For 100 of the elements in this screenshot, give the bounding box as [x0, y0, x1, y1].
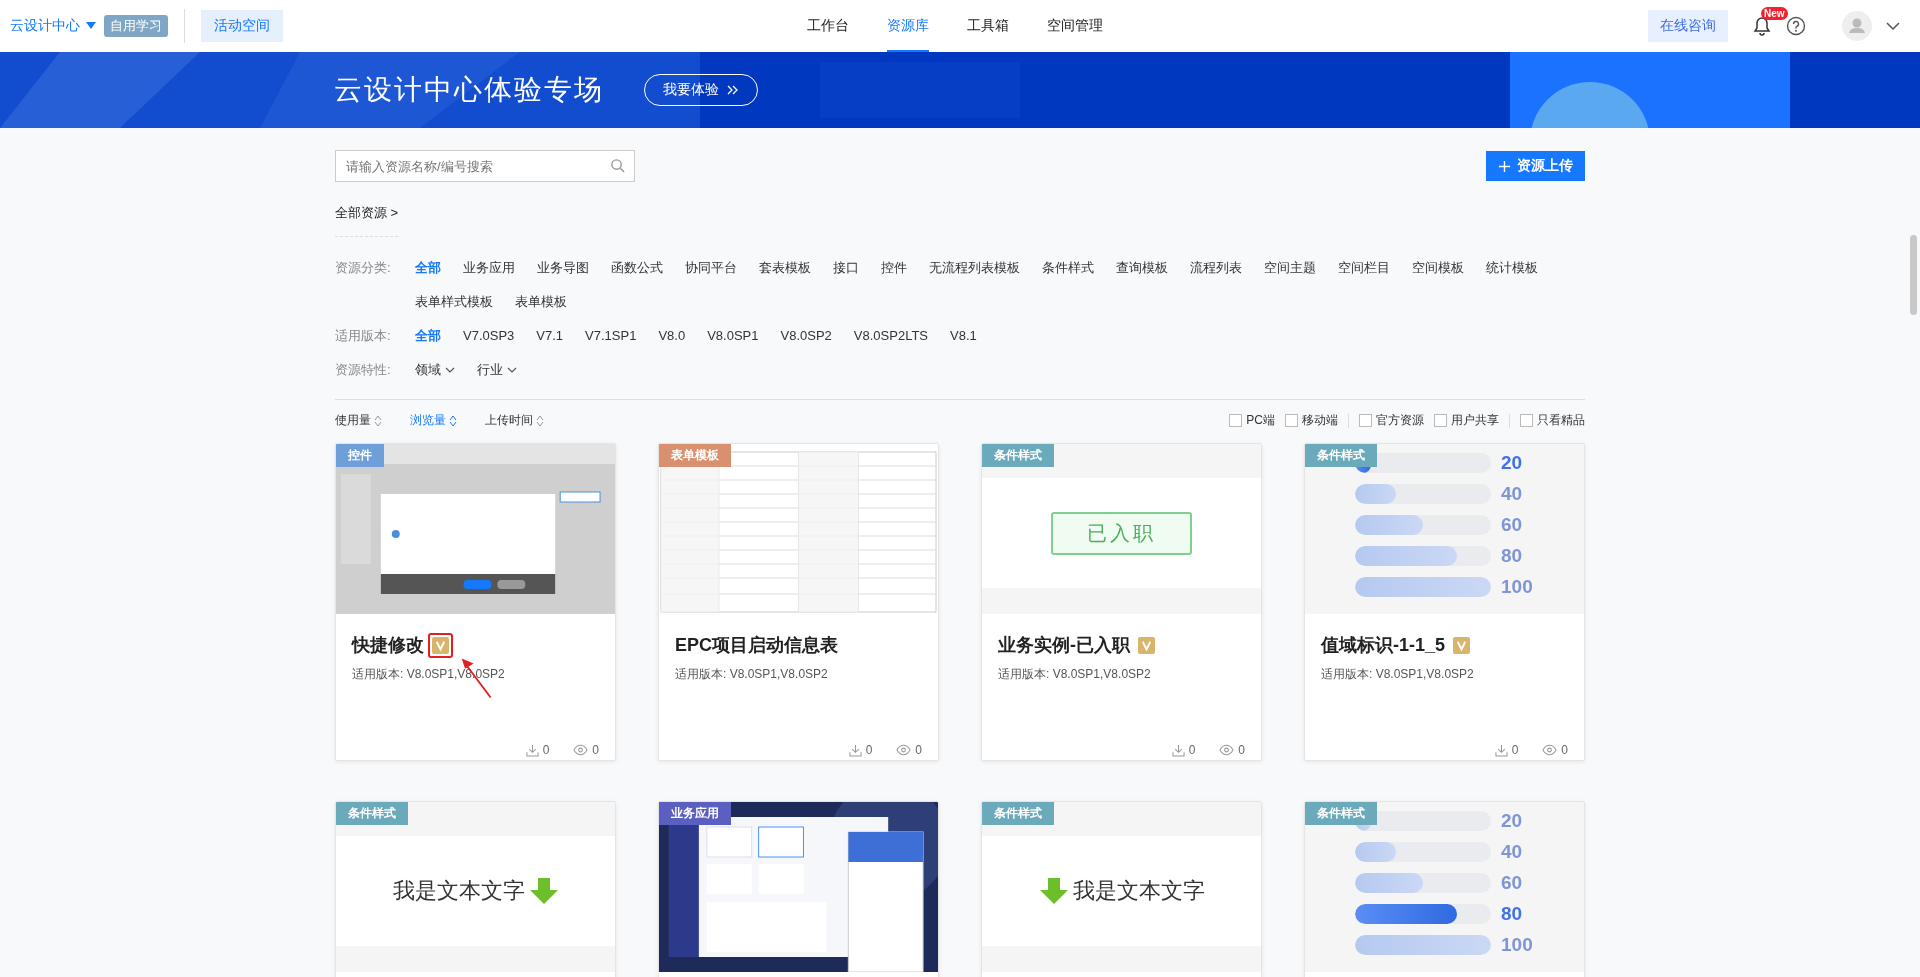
eye-icon [1219, 744, 1235, 756]
filter-label: 资源特性: [335, 361, 392, 379]
version-text: 适用版本: V8.0SP1,V8.0SP2 [998, 666, 1152, 683]
sample-text: 我是文本文字 [392, 877, 525, 905]
filter-option[interactable]: 空间主题 [1264, 255, 1316, 281]
category-tag: 表单模板 [659, 444, 731, 467]
filter-checkbox[interactable]: 移动端 [1285, 412, 1338, 429]
bar-value: 100 [1501, 934, 1533, 956]
resource-card[interactable]: 业务应用 [658, 801, 939, 977]
eye-icon [573, 744, 589, 756]
filter-option[interactable]: 空间栏目 [1338, 255, 1390, 281]
chevron-down-icon [445, 367, 455, 373]
filter-option[interactable]: 协同平台 [685, 255, 737, 281]
filter-checkbox[interactable]: 只看精品 [1520, 412, 1585, 429]
filter-option[interactable]: 接口 [833, 255, 859, 281]
filter-option[interactable]: 统计模板 [1486, 255, 1538, 281]
filter-option[interactable]: 函数公式 [611, 255, 663, 281]
filter-checkbox[interactable]: 官方资源 [1359, 412, 1424, 429]
filter-option[interactable]: 条件样式 [1042, 255, 1094, 281]
filter-option[interactable]: 查询模板 [1116, 255, 1168, 281]
banner-title: 云设计中心体验专场 [334, 73, 604, 107]
view-count: 0 [592, 743, 599, 757]
brand-menu[interactable]: 云设计中心 [10, 17, 80, 35]
view-count: 0 [1561, 743, 1568, 757]
download-count: 0 [1511, 743, 1519, 757]
filter-option[interactable]: 业务应用 [463, 255, 515, 281]
chevron-down-icon[interactable] [1886, 22, 1900, 30]
view-count: 0 [915, 743, 922, 757]
filter-option[interactable]: 全部 [415, 323, 441, 349]
category-tag: 条件样式 [1305, 802, 1377, 825]
filter-option[interactable]: V7.1SP1 [585, 323, 637, 349]
nav-tab[interactable]: 工具箱 [967, 0, 1009, 52]
filter-option[interactable]: V8.1 [950, 323, 977, 349]
card-title: 值域标识-1-1_5 [1321, 634, 1446, 657]
sort-option[interactable]: 浏览量 [410, 412, 457, 429]
bar-value: 40 [1501, 483, 1523, 505]
download-icon [1171, 743, 1185, 757]
consult-button[interactable]: 在线咨询 [1648, 10, 1728, 42]
bar-value: 60 [1501, 514, 1523, 536]
chevron-down-icon [507, 367, 517, 373]
brand-tag: 自用学习 [104, 15, 168, 37]
arrow-down-icon [528, 876, 559, 906]
filter-option[interactable]: 业务导图 [537, 255, 589, 281]
filter-option[interactable]: 无流程列表模板 [929, 255, 1020, 281]
filter-dropdown[interactable]: 领域 [415, 357, 455, 383]
download-count: 0 [1188, 743, 1196, 757]
filter-option[interactable]: 流程列表 [1190, 255, 1242, 281]
new-badge: New [1761, 7, 1788, 20]
resource-card[interactable]: 条件样式 我是文本文字 [335, 801, 616, 977]
caret-icon[interactable] [86, 22, 96, 30]
filter-option[interactable]: 空间模板 [1412, 255, 1464, 281]
resource-card[interactable]: 条件样式 已入职 业务实例-已入职 适用版本: V8.0SP1,V8.0SP2 0 0 [981, 443, 1262, 761]
filter-option[interactable]: V8.0SP2LTS [853, 323, 928, 349]
download-icon [1494, 743, 1508, 757]
resource-card[interactable]: 条件样式 20 40 60 80 100 [1304, 801, 1585, 977]
filter-option[interactable]: V8.0 [658, 323, 686, 349]
sort-option[interactable]: 上传时间 [485, 412, 544, 429]
filter-option[interactable]: 表单模板 [515, 289, 567, 315]
filter-checkbox[interactable]: PC端 [1229, 412, 1275, 429]
download-icon [525, 743, 539, 757]
filter-option[interactable]: V7.1 [536, 323, 564, 349]
bar-value: 40 [1501, 841, 1523, 863]
filter-option[interactable]: 控件 [881, 255, 907, 281]
filter-option[interactable]: 套表模板 [759, 255, 811, 281]
plus-icon [1498, 159, 1511, 173]
view-count: 0 [1238, 743, 1245, 757]
arrow-down-icon [1038, 876, 1069, 906]
nav-tab[interactable]: 工作台 [807, 0, 849, 52]
filter-option[interactable]: 全部 [415, 255, 441, 281]
space-button[interactable]: 活动空间 [201, 10, 283, 42]
breadcrumb[interactable]: 全部资源 > [335, 204, 399, 237]
nav-tab[interactable]: 空间管理 [1047, 0, 1103, 52]
filter-option[interactable]: V8.0SP1 [707, 323, 759, 349]
bell-icon[interactable] [1752, 16, 1772, 36]
scrollbar[interactable] [1910, 235, 1917, 315]
category-tag: 条件样式 [982, 802, 1054, 825]
bar-value: 100 [1501, 576, 1533, 598]
filter-option[interactable]: V7.0SP3 [463, 323, 515, 349]
filter-option[interactable]: V8.0SP2 [780, 323, 832, 349]
category-tag: 条件样式 [336, 802, 408, 825]
version-text: 适用版本: V8.0SP1,V8.0SP2 [675, 666, 829, 683]
bar-value: 80 [1501, 545, 1523, 567]
resource-card[interactable]: 条件样式 我是文本文字 [981, 801, 1262, 977]
upload-button[interactable]: 资源上传 [1486, 151, 1585, 181]
search-icon[interactable] [610, 158, 625, 173]
bar-value: 20 [1501, 810, 1523, 832]
resource-card[interactable]: 条件样式 20 40 60 80 100 值域标识-1-1_5 适用版本: V8.0SP1,V8.0SP2 0 0 [1304, 443, 1585, 761]
filter-option[interactable]: 表单样式模板 [415, 289, 493, 315]
bar-value: 80 [1501, 903, 1523, 925]
resource-card[interactable]: 表单模板 EPC项目启动信息表 适用版本: V8.0SP1,V8.0SP2 0 0 [658, 443, 939, 761]
card-title: 快捷修改 [352, 634, 424, 657]
search-field[interactable]: 请输入资源名称/编号搜索 [335, 150, 635, 182]
filter-label: 资源分类: [335, 259, 392, 277]
filter-dropdown[interactable]: 行业 [477, 357, 517, 383]
filter-checkbox[interactable]: 用户共享 [1434, 412, 1499, 429]
category-tag: 业务应用 [659, 802, 731, 825]
sort-option[interactable]: 使用量 [335, 412, 382, 429]
help-icon[interactable] [1786, 16, 1806, 36]
download-count: 0 [865, 743, 873, 757]
bar-value: 60 [1501, 872, 1523, 894]
